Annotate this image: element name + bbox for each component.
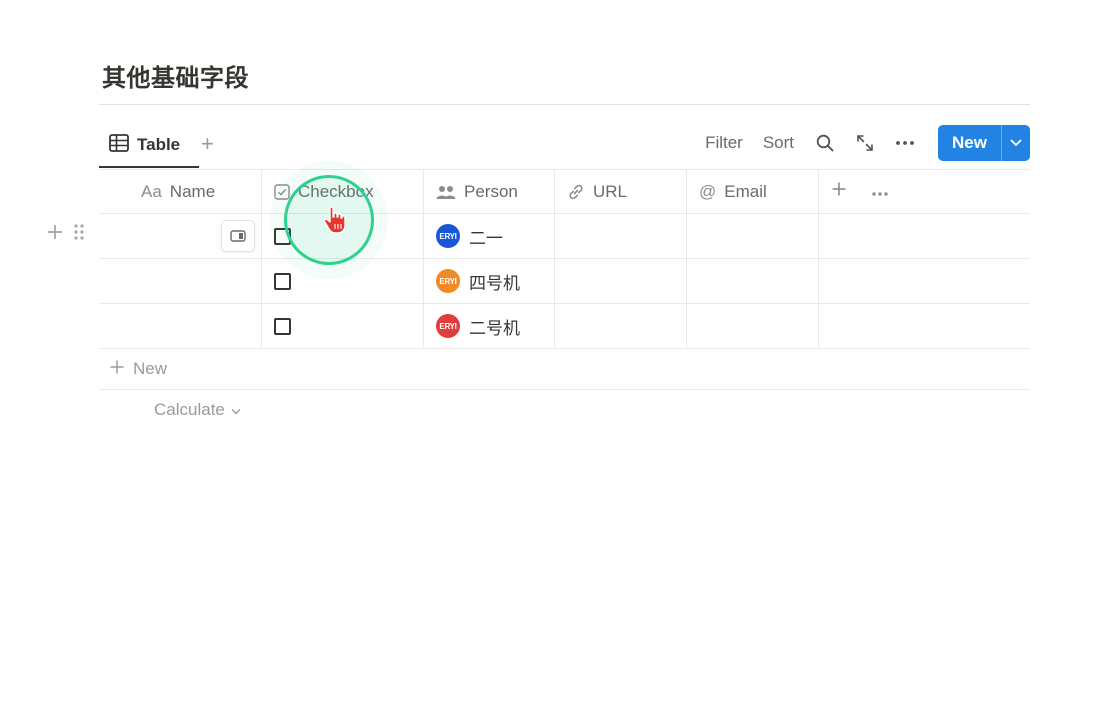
url-cell[interactable] (555, 259, 687, 303)
column-label: URL (593, 181, 628, 201)
tab-table[interactable]: Table (99, 124, 199, 168)
page-title: 其他基础字段 (102, 64, 249, 92)
column-header-url[interactable]: URL (555, 170, 687, 213)
person-cell[interactable]: ERYI 二一 (424, 214, 555, 258)
person-name: 二一 (469, 228, 503, 249)
hand-cursor-icon (322, 205, 350, 240)
add-column-area (819, 170, 1030, 213)
checkbox-cell[interactable] (262, 304, 424, 348)
avatar: ERYI (436, 224, 460, 248)
search-icon[interactable] (814, 132, 836, 154)
more-options-icon[interactable] (894, 132, 916, 154)
column-header-person[interactable]: Person (424, 170, 555, 213)
add-row-plus-icon[interactable] (46, 223, 64, 246)
table-icon (109, 133, 129, 157)
url-cell[interactable] (555, 214, 687, 258)
add-row-button[interactable]: New (99, 349, 1030, 390)
database-table: Aa Name Checkbox Person URL @ Email ERYI… (99, 170, 1030, 349)
column-header-name[interactable]: Aa Name (99, 170, 262, 213)
email-cell[interactable] (687, 304, 819, 348)
column-label: Email (724, 181, 767, 201)
table-row: ERYI 四号机 (99, 259, 1030, 304)
avatar: ERYI (436, 269, 460, 293)
person-cell[interactable]: ERYI 二号机 (424, 304, 555, 348)
add-view-button[interactable]: + (201, 133, 214, 155)
add-column-plus-icon[interactable] (831, 181, 847, 202)
toolbar-actions: Filter Sort New (705, 124, 1030, 162)
calculate-button[interactable]: Calculate (154, 400, 241, 420)
checkbox[interactable] (274, 272, 291, 290)
empty-cell (819, 304, 1030, 348)
checkbox[interactable] (274, 317, 291, 335)
people-icon (436, 184, 456, 200)
email-cell[interactable] (687, 214, 819, 258)
view-toolbar: Table + Filter Sort New (99, 124, 1030, 170)
calculate-label: Calculate (154, 400, 225, 419)
empty-cell (819, 259, 1030, 303)
add-row-label: New (133, 359, 168, 378)
filter-button[interactable]: Filter (705, 133, 743, 153)
table-header: Aa Name Checkbox Person URL @ Email (99, 170, 1030, 214)
column-label: Person (464, 181, 518, 201)
new-button[interactable]: New (938, 125, 1001, 161)
name-cell[interactable] (99, 304, 262, 348)
email-cell[interactable] (687, 259, 819, 303)
chevron-down-icon (231, 400, 241, 420)
avatar: ERYI (436, 314, 460, 338)
column-options-icon[interactable] (871, 182, 889, 202)
table-row: ERYI 二一 (99, 214, 1030, 259)
column-label: Name (169, 181, 216, 201)
table-row: ERYI 二号机 (99, 304, 1030, 349)
expand-icon[interactable] (854, 132, 876, 154)
person-cell[interactable]: ERYI 四号机 (424, 259, 555, 303)
row-controls (46, 223, 84, 246)
url-cell[interactable] (555, 304, 687, 348)
drag-handle-icon[interactable] (74, 223, 84, 246)
plus-icon (109, 359, 125, 380)
at-icon: @ (699, 181, 717, 201)
chevron-down-icon[interactable] (1001, 125, 1030, 161)
column-header-email[interactable]: @ Email (687, 170, 819, 213)
tab-table-label: Table (137, 135, 181, 154)
title-divider (99, 104, 1030, 105)
open-page-icon[interactable] (221, 220, 255, 252)
new-button-group: New (938, 125, 1030, 161)
sort-button[interactable]: Sort (763, 133, 794, 153)
name-cell[interactable] (99, 214, 262, 258)
person-name: 二号机 (469, 318, 520, 339)
person-name: 四号机 (469, 273, 520, 294)
name-cell[interactable] (99, 259, 262, 303)
text-icon: Aa (141, 181, 162, 201)
link-icon (567, 183, 585, 201)
empty-cell (819, 214, 1030, 258)
